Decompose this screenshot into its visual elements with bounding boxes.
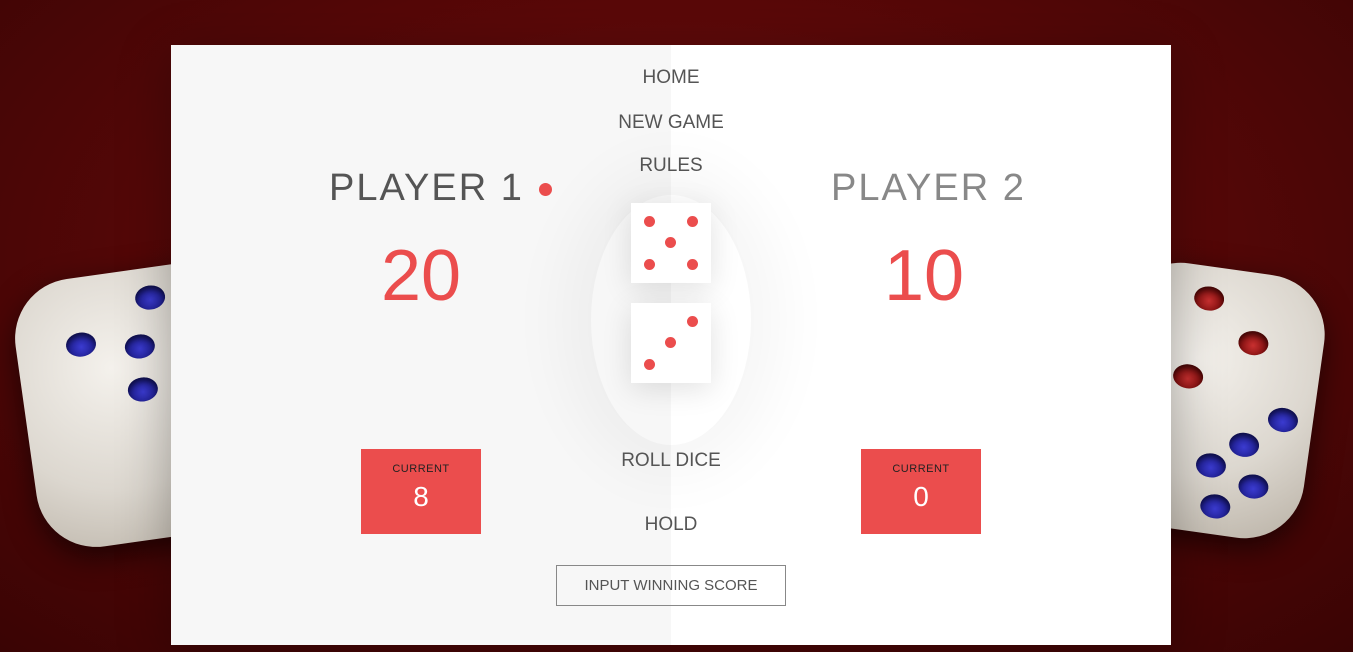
dice-1 — [631, 203, 711, 283]
player-2-current-box: CURRENT 0 — [861, 449, 981, 534]
background-pip — [126, 375, 160, 404]
dice-dot — [687, 316, 698, 327]
rules-button[interactable]: RULES — [571, 155, 771, 177]
player-2-name: PLAYER 2 — [831, 167, 1026, 209]
player-2-score: 10 — [883, 236, 965, 316]
background-pip — [1171, 362, 1205, 391]
winning-score-input[interactable] — [556, 565, 786, 606]
roll-dice-button[interactable]: ROLL DICE — [571, 450, 771, 472]
active-player-indicator — [539, 183, 552, 196]
background-pip — [1192, 284, 1226, 313]
player-1-name: PLAYER 1 — [329, 167, 524, 209]
background-pip — [1266, 406, 1300, 434]
player-1-current-score: 8 — [413, 481, 429, 512]
hold-button[interactable]: HOLD — [571, 514, 771, 536]
background-pip — [1198, 492, 1232, 521]
dice-dot — [687, 216, 698, 227]
player-1-current-box: CURRENT 8 — [361, 449, 481, 534]
player-1-score: 20 — [380, 236, 462, 316]
player-2-current-score: 0 — [913, 481, 929, 512]
background-pip — [1236, 472, 1270, 501]
background-pip — [123, 332, 157, 361]
dice-dot — [644, 216, 655, 227]
background-pip — [1194, 451, 1228, 480]
background-pip — [1236, 329, 1270, 358]
dice-dot — [665, 337, 676, 348]
new-game-button[interactable]: NEW GAME — [571, 112, 771, 134]
dice-2 — [631, 303, 711, 383]
background-pip — [133, 283, 167, 312]
dice-dot — [644, 259, 655, 270]
dice-dot — [665, 237, 676, 248]
current-label: CURRENT — [892, 463, 950, 475]
game-board: PLAYER 1 20 PLAYER 2 10 CURRENT 8 CURREN… — [171, 45, 1171, 645]
background-pip — [1227, 430, 1261, 459]
dice-dot — [644, 359, 655, 370]
dice-dot — [687, 259, 698, 270]
background-pip — [64, 330, 98, 359]
current-label: CURRENT — [392, 463, 450, 475]
home-button[interactable]: HOME — [571, 67, 771, 89]
